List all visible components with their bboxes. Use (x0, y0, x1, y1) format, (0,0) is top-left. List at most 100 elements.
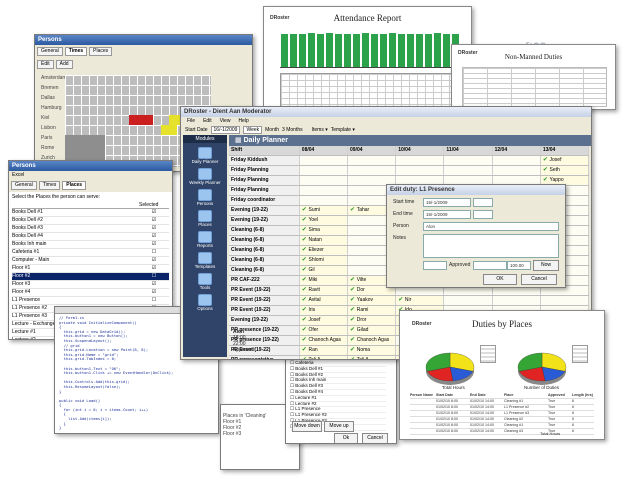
selected-checkbox[interactable]: ☐ (139, 297, 169, 304)
selected-checkbox[interactable]: ☑ (139, 281, 169, 288)
duty-cell[interactable]: ✔ Yoel (299, 216, 348, 225)
tab-general[interactable]: General (37, 47, 63, 56)
tab-places[interactable]: Places (62, 181, 87, 190)
menu-view[interactable]: View (220, 118, 231, 124)
list-item[interactable]: Books Dell #2 ☑ (12, 217, 169, 225)
duty-cell[interactable]: ✔ Nir (396, 296, 445, 305)
selected-checkbox[interactable]: ☑ (139, 257, 169, 264)
list-item[interactable]: Books Dell #3 ☑ (12, 225, 169, 233)
menu-edit[interactable]: Edit (203, 118, 212, 124)
now-button[interactable]: Now (533, 260, 559, 271)
items-dropdown[interactable]: Items ▾ (312, 127, 328, 133)
notes-textarea[interactable] (423, 234, 559, 258)
ok-button[interactable]: OK (483, 274, 517, 285)
list-item[interactable]: Cafeteria #1 ☐ (12, 249, 169, 257)
person-select[interactable]: Alon (423, 222, 559, 231)
duty-cell[interactable]: ✔ Sima (299, 226, 348, 235)
week-button[interactable]: Week (243, 126, 263, 134)
selected-checkbox[interactable]: ☑ (139, 209, 169, 216)
sidebar-item-options[interactable]: Options (183, 294, 227, 311)
duty-cell[interactable]: ✔ Gil (299, 266, 348, 275)
approved-date[interactable] (473, 261, 507, 270)
duty-cell[interactable]: ✔ Yaakov (348, 296, 397, 305)
sidebar-item-tools[interactable]: Tools (183, 273, 227, 290)
date-input[interactable] (423, 261, 447, 270)
start-date-input[interactable]: 16/-1/2009 (210, 126, 241, 134)
duty-cell[interactable]: ✔ Dror (348, 316, 397, 325)
list-item[interactable]: Books Dell #4 ☑ (12, 233, 169, 241)
start-time-hour[interactable] (473, 198, 493, 207)
selected-checkbox[interactable]: ☐ (139, 273, 169, 280)
duty-cell[interactable]: ✔ Ravit (299, 286, 348, 295)
tab-times[interactable]: Times (38, 181, 61, 190)
amount-input[interactable]: 100.00 (507, 261, 531, 270)
duty-cell[interactable]: ✔ Rami (348, 306, 397, 315)
duty-cell[interactable] (444, 296, 493, 305)
selected-checkbox[interactable]: ☑ (139, 233, 169, 240)
duty-cell[interactable] (444, 166, 493, 175)
move-up-button[interactable]: Move up (324, 421, 354, 432)
add-button[interactable]: Add (55, 60, 73, 69)
sidebar-item-places[interactable]: Places (183, 210, 227, 227)
duty-cell[interactable] (540, 296, 590, 305)
month-button[interactable]: Month (265, 127, 279, 133)
duty-cell[interactable]: ✔ Avital (299, 296, 348, 305)
duty-cell[interactable] (492, 156, 541, 165)
sidebar-item-daily-planner[interactable]: Daily Planner (183, 147, 227, 164)
list-item[interactable]: Books Inh main ☑ (12, 241, 169, 249)
duty-cell[interactable] (348, 166, 397, 175)
list-item[interactable]: Floor #3 ☑ (12, 281, 169, 289)
duty-cell[interactable]: ✔ Miki (299, 276, 348, 285)
selected-checkbox[interactable]: ☑ (139, 217, 169, 224)
list-item[interactable]: Computer - Main ☑ (12, 257, 169, 265)
selected-checkbox[interactable]: ☑ (139, 225, 169, 232)
duty-cell[interactable]: ✔ Sumi (299, 206, 348, 215)
selected-checkbox[interactable]: ☑ (139, 241, 169, 248)
menu-file[interactable]: File (187, 118, 195, 124)
selected-checkbox[interactable]: ☑ (139, 265, 169, 272)
sidebar-item-weekly-planner[interactable]: Weekly Planner (183, 168, 227, 185)
menu-help[interactable]: Help (238, 118, 248, 124)
list-item[interactable]: Floor #1 ☑ (12, 265, 169, 273)
duty-cell[interactable] (348, 156, 397, 165)
move-down-button[interactable]: Move down (292, 421, 322, 432)
duty-cell[interactable]: ✔ Josef (540, 156, 590, 165)
duty-cell[interactable]: ✔ Eliezer (299, 246, 348, 255)
duty-cell[interactable]: ✔ Natan (299, 236, 348, 245)
end-time-input[interactable]: 16/-1/2009 (423, 210, 471, 219)
duty-cell[interactable] (299, 156, 348, 165)
list-item[interactable]: L1 Presence ☐ (12, 297, 169, 305)
duty-cell[interactable] (492, 166, 541, 175)
duty-cell[interactable]: ✔ Tali A. (348, 356, 397, 359)
duty-cell[interactable]: ✔ Josef (299, 316, 348, 325)
edit-button[interactable]: Edit (37, 60, 54, 69)
duty-cell[interactable]: ✔ Tali A. (299, 356, 348, 359)
list-item[interactable]: Books Dell #1 ☑ (12, 209, 169, 217)
duty-cell[interactable]: ✔ Iris (299, 306, 348, 315)
template-dropdown[interactable]: Template ▾ (331, 127, 355, 133)
duty-cell[interactable]: ✔ Gilad (348, 326, 397, 335)
end-time-hour[interactable] (473, 210, 493, 219)
tab-times[interactable]: Times (64, 47, 88, 56)
duty-cell[interactable]: ✔ Chanoch Agas (348, 336, 397, 345)
sidebar-item-persons[interactable]: Persons (183, 189, 227, 206)
ok-button[interactable]: Ok (334, 433, 358, 443)
selected-checkbox[interactable]: ☐ (139, 249, 169, 256)
tab-general[interactable]: General (11, 181, 37, 190)
duty-cell[interactable] (444, 156, 493, 165)
duty-cell[interactable] (299, 176, 348, 185)
duty-cell[interactable] (396, 166, 445, 175)
duty-cell[interactable] (299, 166, 348, 175)
list-item[interactable]: Floor #4 ☑ (12, 289, 169, 297)
sidebar-item-templates[interactable]: Templates (183, 252, 227, 269)
tab-places[interactable]: Places (89, 47, 113, 56)
duty-cell[interactable] (492, 296, 541, 305)
cancel-button[interactable]: Cancel (362, 433, 388, 443)
duty-cell[interactable]: ✔ Seth (540, 166, 590, 175)
duty-cell[interactable] (299, 196, 348, 205)
duty-cell[interactable]: ✔ Shlomi (299, 256, 348, 265)
duty-cell[interactable]: ✔ Noma (348, 346, 397, 355)
cancel-button[interactable]: Cancel (521, 274, 557, 285)
duty-cell[interactable] (299, 186, 348, 195)
sidebar-item-reports[interactable]: Reports (183, 231, 227, 248)
